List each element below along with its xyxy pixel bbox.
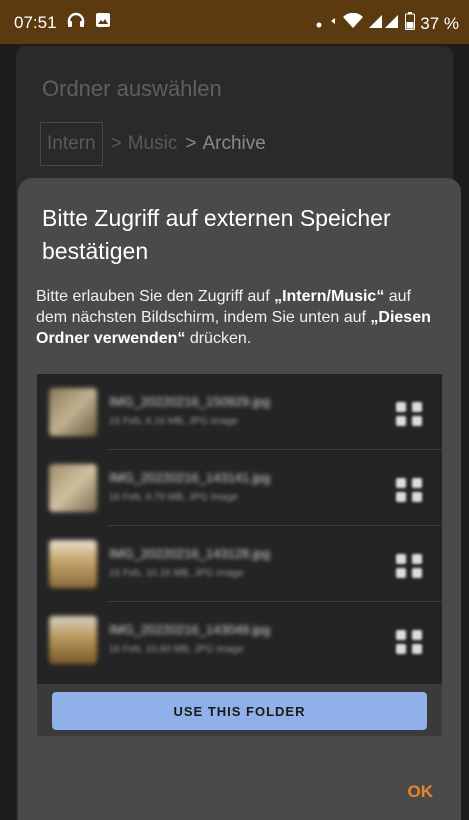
battery-icon	[405, 12, 416, 35]
image-icon	[95, 12, 111, 33]
grid-icon	[396, 402, 422, 426]
grid-icon	[396, 630, 422, 654]
file-row: IMG_20220216_143049.jpg 16 Feb, 10.60 MB…	[37, 602, 442, 678]
use-this-folder-button: USE THIS FOLDER	[52, 692, 427, 730]
use-folder-bar: USE THIS FOLDER	[37, 684, 442, 736]
grid-icon	[396, 478, 422, 502]
breadcrumb: Intern > Music > Archive	[40, 122, 266, 166]
body-bold-path: „Intern/Music“	[274, 288, 385, 305]
file-meta: 16 Feb, 10.60 MB, JPG image	[109, 644, 244, 655]
dialog-body: Bitte erlauben Sie den Zugriff auf „Inte…	[36, 286, 446, 349]
cell-icon	[368, 13, 400, 34]
battery-percent: 37 %	[420, 13, 459, 33]
photo-thumbnail	[49, 540, 97, 588]
status-right: 37 %	[315, 12, 459, 35]
photo-thumbnail	[49, 616, 97, 664]
chevron-right-icon: >	[110, 133, 122, 154]
permission-dialog: Bitte Zugriff auf externen Speicher best…	[18, 178, 461, 820]
folder-preview-image: IMG_20220216_150929.jpg 16 Feb, 6.16 MB,…	[37, 374, 442, 736]
file-name: IMG_20220216_143128.jpg	[109, 546, 271, 561]
file-meta: 16 Feb, 6.16 MB, JPG image	[109, 416, 238, 427]
file-name: IMG_20220216_143141.jpg	[109, 470, 271, 485]
background-title: Ordner auswählen	[42, 76, 222, 101]
file-row: IMG_20220216_143128.jpg 16 Feb, 10.16 MB…	[37, 526, 442, 602]
file-meta: 16 Feb, 10.16 MB, JPG image	[109, 568, 244, 579]
breadcrumb-item-archive[interactable]: Archive	[202, 133, 265, 155]
dialog-title: Bitte Zugriff auf externen Speicher best…	[42, 205, 391, 264]
file-meta: 16 Feb, 6.70 MB, JPG image	[109, 492, 238, 503]
signal-icon	[328, 13, 338, 34]
breadcrumb-item-music[interactable]: Music	[128, 133, 178, 155]
time: 07:51	[14, 12, 57, 32]
file-name: IMG_20220216_143049.jpg	[109, 622, 271, 637]
file-row: IMG_20220216_150929.jpg 16 Feb, 6.16 MB,…	[37, 374, 442, 450]
dot-icon	[315, 14, 323, 34]
headphones-icon	[67, 12, 85, 33]
body-text-1: Bitte erlauben Sie den Zugriff auf	[36, 288, 275, 305]
chevron-right-icon: >	[185, 133, 197, 154]
ok-button[interactable]: OK	[408, 782, 434, 802]
status-left: 07:51	[14, 12, 111, 33]
wifi-icon	[343, 12, 364, 34]
photo-thumbnail	[49, 464, 97, 512]
breadcrumb-item-intern[interactable]: Intern	[40, 122, 103, 166]
file-row: IMG_20220216_143141.jpg 16 Feb, 6.70 MB,…	[37, 450, 442, 526]
photo-thumbnail	[49, 388, 97, 436]
status-bar: 07:51 37 %	[0, 0, 469, 44]
grid-icon	[396, 554, 422, 578]
file-name: IMG_20220216_150929.jpg	[109, 394, 271, 409]
body-text-3: drücken.	[185, 330, 252, 347]
